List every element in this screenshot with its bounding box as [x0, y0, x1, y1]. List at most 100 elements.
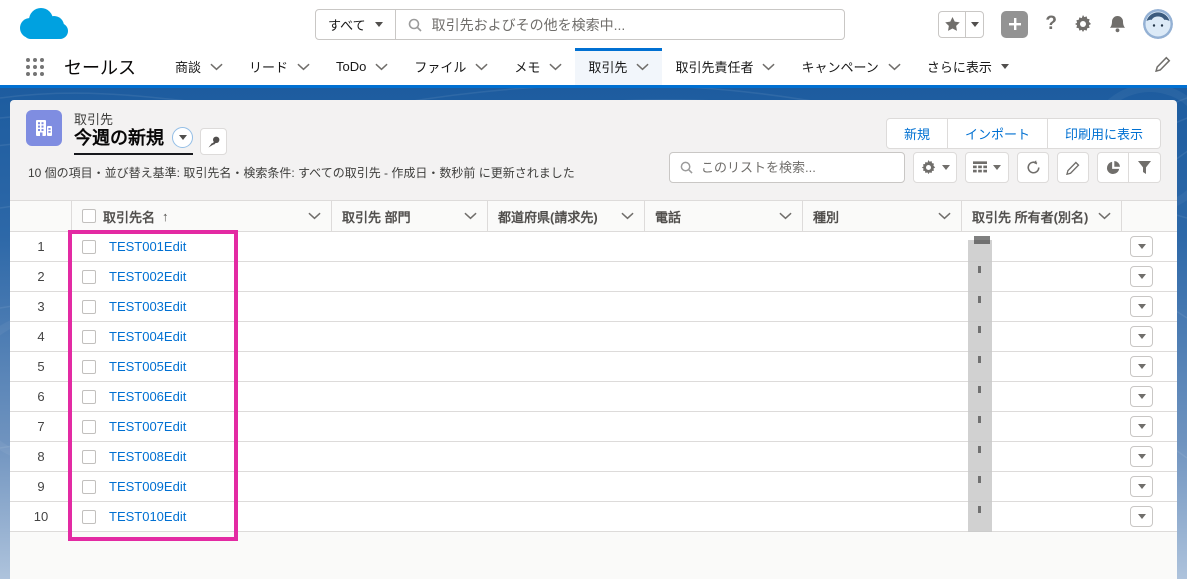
- notifications-button[interactable]: [1109, 15, 1126, 33]
- account-link[interactable]: TEST008Edit: [109, 449, 186, 464]
- column-header[interactable]: 都道府県(請求先): [488, 201, 645, 231]
- row-actions-button[interactable]: [1130, 266, 1153, 287]
- row-checkbox[interactable]: [82, 239, 96, 254]
- nav-tab[interactable]: キャンペーン: [788, 48, 913, 85]
- row-actions-button[interactable]: [1130, 236, 1153, 257]
- caret-down-icon: [993, 165, 1001, 170]
- search-scope-dropdown[interactable]: すべて: [316, 10, 396, 39]
- new-button[interactable]: 新規: [885, 118, 948, 149]
- pin-list-button[interactable]: [200, 128, 227, 155]
- favorites-star-button[interactable]: [939, 11, 967, 37]
- nav-tab-list: 商談 リード ToDo ファイル メモ 取引先 取引先責任者 キャンペーン さらに表示: [162, 48, 1022, 85]
- printable-view-button[interactable]: 印刷用に表示: [1047, 118, 1161, 149]
- filter-icon: [1138, 161, 1151, 174]
- column-header[interactable]: 取引先 所有者(別名): [962, 201, 1122, 231]
- division-cell: [332, 232, 488, 261]
- user-avatar[interactable]: [1143, 9, 1173, 39]
- caret-down-icon: [1137, 484, 1146, 489]
- plus-icon: [1008, 17, 1022, 31]
- account-link[interactable]: TEST007Edit: [109, 419, 186, 434]
- account-link[interactable]: TEST001Edit: [109, 239, 186, 254]
- row-actions-button[interactable]: [1130, 416, 1153, 437]
- actions-cell: [1122, 442, 1177, 471]
- row-actions-button[interactable]: [1130, 326, 1153, 347]
- chevron-down-icon: [636, 63, 650, 71]
- nav-tab[interactable]: 取引先: [575, 48, 663, 85]
- filter-button[interactable]: [1129, 152, 1161, 183]
- account-name-cell: TEST009Edit: [72, 472, 332, 501]
- row-checkbox[interactable]: [82, 359, 96, 374]
- account-name-cell: TEST003Edit: [72, 292, 332, 321]
- list-search-input[interactable]: [701, 160, 894, 175]
- phone-cell: [645, 502, 803, 531]
- account-link[interactable]: TEST009Edit: [109, 479, 186, 494]
- row-checkbox[interactable]: [82, 389, 96, 404]
- edit-navigation-button[interactable]: [1155, 56, 1171, 77]
- refresh-button[interactable]: [1017, 152, 1049, 183]
- list-view-controls-button[interactable]: [913, 152, 957, 183]
- pencil-icon: [1155, 56, 1171, 72]
- caret-down-icon: [1137, 394, 1146, 399]
- search-scope-label: すべて: [328, 18, 366, 33]
- row-checkbox[interactable]: [82, 329, 96, 344]
- nav-tab[interactable]: ToDo: [323, 48, 401, 85]
- row-actions-button[interactable]: [1130, 476, 1153, 497]
- nav-tab[interactable]: メモ: [501, 48, 575, 85]
- favorites-expand-button[interactable]: [966, 12, 983, 37]
- import-button[interactable]: インポート: [947, 118, 1048, 149]
- row-checkbox[interactable]: [82, 299, 96, 314]
- division-cell: [332, 352, 488, 381]
- account-link[interactable]: TEST005Edit: [109, 359, 186, 374]
- setup-button[interactable]: [1074, 15, 1092, 33]
- phone-cell: [645, 322, 803, 351]
- row-checkbox[interactable]: [82, 449, 96, 464]
- header-utility-icons: ?: [938, 0, 1173, 48]
- global-actions-button[interactable]: [1001, 10, 1029, 38]
- help-button[interactable]: ?: [1045, 13, 1057, 35]
- list-view-selector[interactable]: 今週の新規: [74, 124, 193, 155]
- state-cell: [488, 322, 645, 351]
- row-checkbox[interactable]: [82, 479, 96, 494]
- column-header[interactable]: 種別: [803, 201, 962, 231]
- edit-list-button[interactable]: [1057, 152, 1089, 183]
- account-link[interactable]: TEST003Edit: [109, 299, 186, 314]
- search-icon: [408, 18, 422, 32]
- account-link[interactable]: TEST004Edit: [109, 329, 186, 344]
- charts-button[interactable]: [1097, 152, 1129, 183]
- list-view-selector-button[interactable]: [172, 126, 193, 148]
- display-as-button[interactable]: [965, 152, 1009, 183]
- account-link[interactable]: TEST006Edit: [109, 389, 186, 404]
- state-cell: [488, 412, 645, 441]
- account-link[interactable]: TEST002Edit: [109, 269, 186, 284]
- column-header[interactable]: 電話: [645, 201, 803, 231]
- select-all-checkbox[interactable]: [82, 209, 96, 223]
- column-header[interactable]: 取引先名 ↑: [72, 201, 332, 231]
- row-actions-button[interactable]: [1130, 446, 1153, 467]
- bell-icon: [1109, 15, 1126, 33]
- nav-tab[interactable]: リード: [236, 48, 323, 85]
- row-actions-button[interactable]: [1130, 356, 1153, 377]
- nav-tab[interactable]: 取引先責任者: [662, 48, 788, 85]
- row-actions-button[interactable]: [1130, 386, 1153, 407]
- row-checkbox[interactable]: [82, 269, 96, 284]
- type-cell: [803, 322, 962, 351]
- column-header[interactable]: 取引先 部門: [332, 201, 488, 231]
- table-footer-area: [10, 532, 1177, 579]
- row-checkbox[interactable]: [82, 509, 96, 524]
- row-checkbox[interactable]: [82, 419, 96, 434]
- nav-more-button[interactable]: さらに表示: [914, 48, 1022, 85]
- phone-cell: [645, 382, 803, 411]
- nav-tab-label: ファイル: [414, 60, 467, 75]
- account-link[interactable]: TEST010Edit: [109, 509, 186, 524]
- row-actions-button[interactable]: [1130, 296, 1153, 317]
- row-actions-button[interactable]: [1130, 506, 1153, 527]
- type-cell: [803, 352, 962, 381]
- nav-tab[interactable]: ファイル: [401, 48, 501, 85]
- nav-tab[interactable]: 商談: [162, 48, 236, 85]
- caret-down-icon: [1137, 424, 1146, 429]
- global-search-input[interactable]: [431, 16, 832, 33]
- app-launcher-icon[interactable]: [24, 48, 46, 85]
- phone-cell: [645, 412, 803, 441]
- division-cell: [332, 502, 488, 531]
- actions-cell: [1122, 232, 1177, 261]
